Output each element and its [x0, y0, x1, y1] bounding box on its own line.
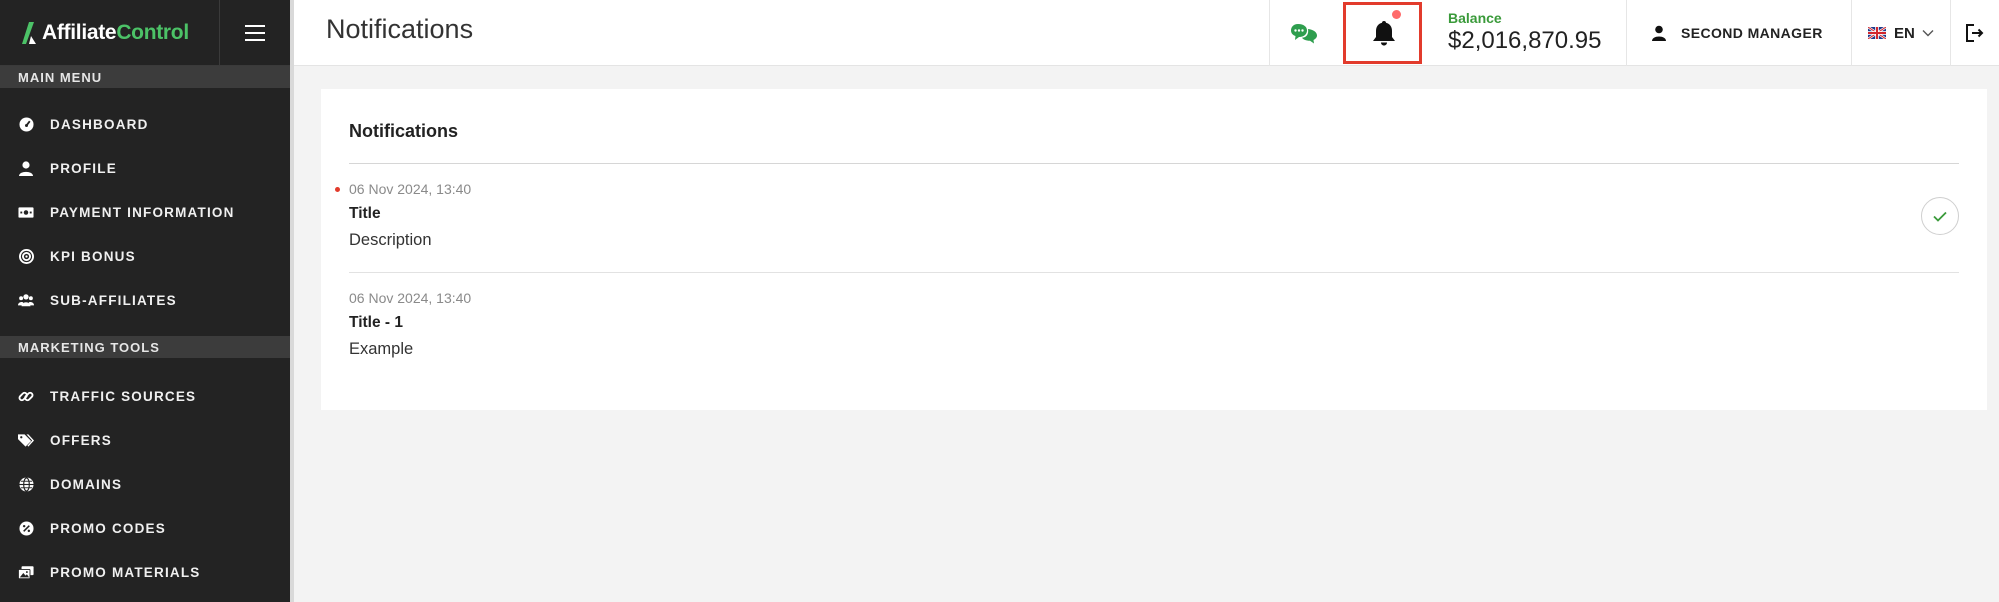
notification-description: Description: [349, 231, 432, 249]
sidebar-item-label: PROMO MATERIALS: [50, 564, 201, 580]
mark-as-read-button[interactable]: [1921, 197, 1959, 235]
sidebar-item-label: TRAFFIC SOURCES: [50, 388, 197, 404]
section-marketing-tools: MARKETING TOOLS: [0, 336, 290, 358]
brand-name-part2: Control: [116, 20, 189, 44]
promo-code-icon: [18, 520, 34, 536]
dashboard-icon: [18, 116, 34, 132]
chat-button[interactable]: [1269, 0, 1337, 66]
notification-date: 06 Nov 2024, 13:40: [349, 181, 472, 197]
language-selector[interactable]: EN: [1851, 0, 1950, 66]
user-icon: [1652, 25, 1666, 41]
users-icon: [18, 292, 34, 308]
sidebar-item-kpi-bonus[interactable]: KPI BONUS: [0, 234, 290, 278]
sidebar-item-promo-codes[interactable]: PROMO CODES: [0, 506, 290, 550]
sidebar-item-profile[interactable]: PROFILE: [0, 146, 290, 190]
sidebar-item-domains[interactable]: DOMAINS: [0, 462, 290, 506]
sidebar: Affiliate Control MAIN MENU DASHBOARD PRO…: [0, 0, 294, 602]
globe-icon: [18, 476, 34, 492]
sidebar-item-sub-affiliates[interactable]: SUB-AFFILIATES: [0, 278, 290, 322]
notification-indicator-dot: [1392, 10, 1401, 19]
check-icon: [1933, 211, 1947, 222]
brand-logo[interactable]: Affiliate Control: [0, 0, 221, 66]
notification-date: 06 Nov 2024, 13:40: [349, 290, 472, 306]
sidebar-item-promo-materials[interactable]: PROMO MATERIALS: [0, 550, 290, 594]
notification-title: Title - 1: [349, 314, 403, 331]
sidebar-item-payment-information[interactable]: PAYMENT INFORMATION: [0, 190, 290, 234]
money-icon: [18, 204, 34, 220]
sidebar-item-label: PROFILE: [50, 160, 117, 176]
logo-bar: Affiliate Control: [0, 0, 290, 66]
balance-label: Balance: [1448, 10, 1502, 26]
logo-mark-icon: [22, 21, 36, 44]
notification-item[interactable]: 06 Nov 2024, 13:40 Title Description: [335, 164, 1959, 273]
user-menu-button[interactable]: SECOND MANAGER: [1626, 0, 1851, 66]
sidebar-item-label: PAYMENT INFORMATION: [50, 204, 235, 220]
notification-title: Title: [349, 205, 381, 222]
notification-item[interactable]: 06 Nov 2024, 13:40 Title - 1 Example: [349, 273, 1959, 382]
section-main-menu: MAIN MENU: [0, 66, 290, 88]
user-name: SECOND MANAGER: [1681, 25, 1823, 41]
sidebar-item-offers[interactable]: OFFERS: [0, 418, 290, 462]
main-menu-list: DASHBOARD PROFILE PAYMENT INFORMATION KP…: [0, 88, 290, 322]
sidebar-item-traffic-sources[interactable]: TRAFFIC SOURCES: [0, 374, 290, 418]
logout-button[interactable]: [1950, 0, 1999, 66]
sidebar-item-label: PROMO CODES: [50, 520, 166, 536]
chat-icon: [1290, 24, 1317, 44]
target-icon: [18, 248, 34, 264]
tags-icon: [18, 432, 34, 448]
menu-toggle-button[interactable]: [220, 0, 290, 66]
uk-flag-icon: [1868, 27, 1886, 39]
bell-icon: [1373, 21, 1395, 46]
user-icon: [18, 160, 34, 176]
images-icon: [18, 564, 34, 580]
sidebar-item-label: OFFERS: [50, 432, 112, 448]
notifications-button[interactable]: [1344, 0, 1424, 66]
brand-name-part1: Affiliate: [42, 20, 117, 44]
balance-display: Balance $2,016,870.95: [1448, 10, 1601, 55]
sidebar-item-label: DOMAINS: [50, 476, 123, 492]
marketing-tools-list: TRAFFIC SOURCES OFFERS DOMAINS PROMO COD…: [0, 358, 290, 594]
notification-description: Example: [349, 340, 414, 358]
logout-icon: [1966, 24, 1984, 42]
notifications-card: Notifications 06 Nov 2024, 13:40 Title D…: [321, 89, 1987, 410]
chevron-down-icon: [1922, 30, 1934, 37]
link-icon: [18, 388, 34, 404]
sidebar-item-dashboard[interactable]: DASHBOARD: [0, 102, 290, 146]
top-header: Notifications Balance $2,016,870.95 SECO…: [294, 0, 1999, 66]
language-code: EN: [1894, 24, 1915, 42]
card-title: Notifications: [349, 121, 459, 141]
hamburger-icon: [245, 24, 266, 41]
sidebar-item-label: DASHBOARD: [50, 116, 149, 132]
balance-value: $2,016,870.95: [1448, 27, 1602, 54]
page-title: Notifications: [326, 14, 474, 44]
unread-indicator-dot: [335, 187, 340, 192]
sidebar-item-label: SUB-AFFILIATES: [50, 292, 177, 308]
sidebar-item-label: KPI BONUS: [50, 248, 136, 264]
